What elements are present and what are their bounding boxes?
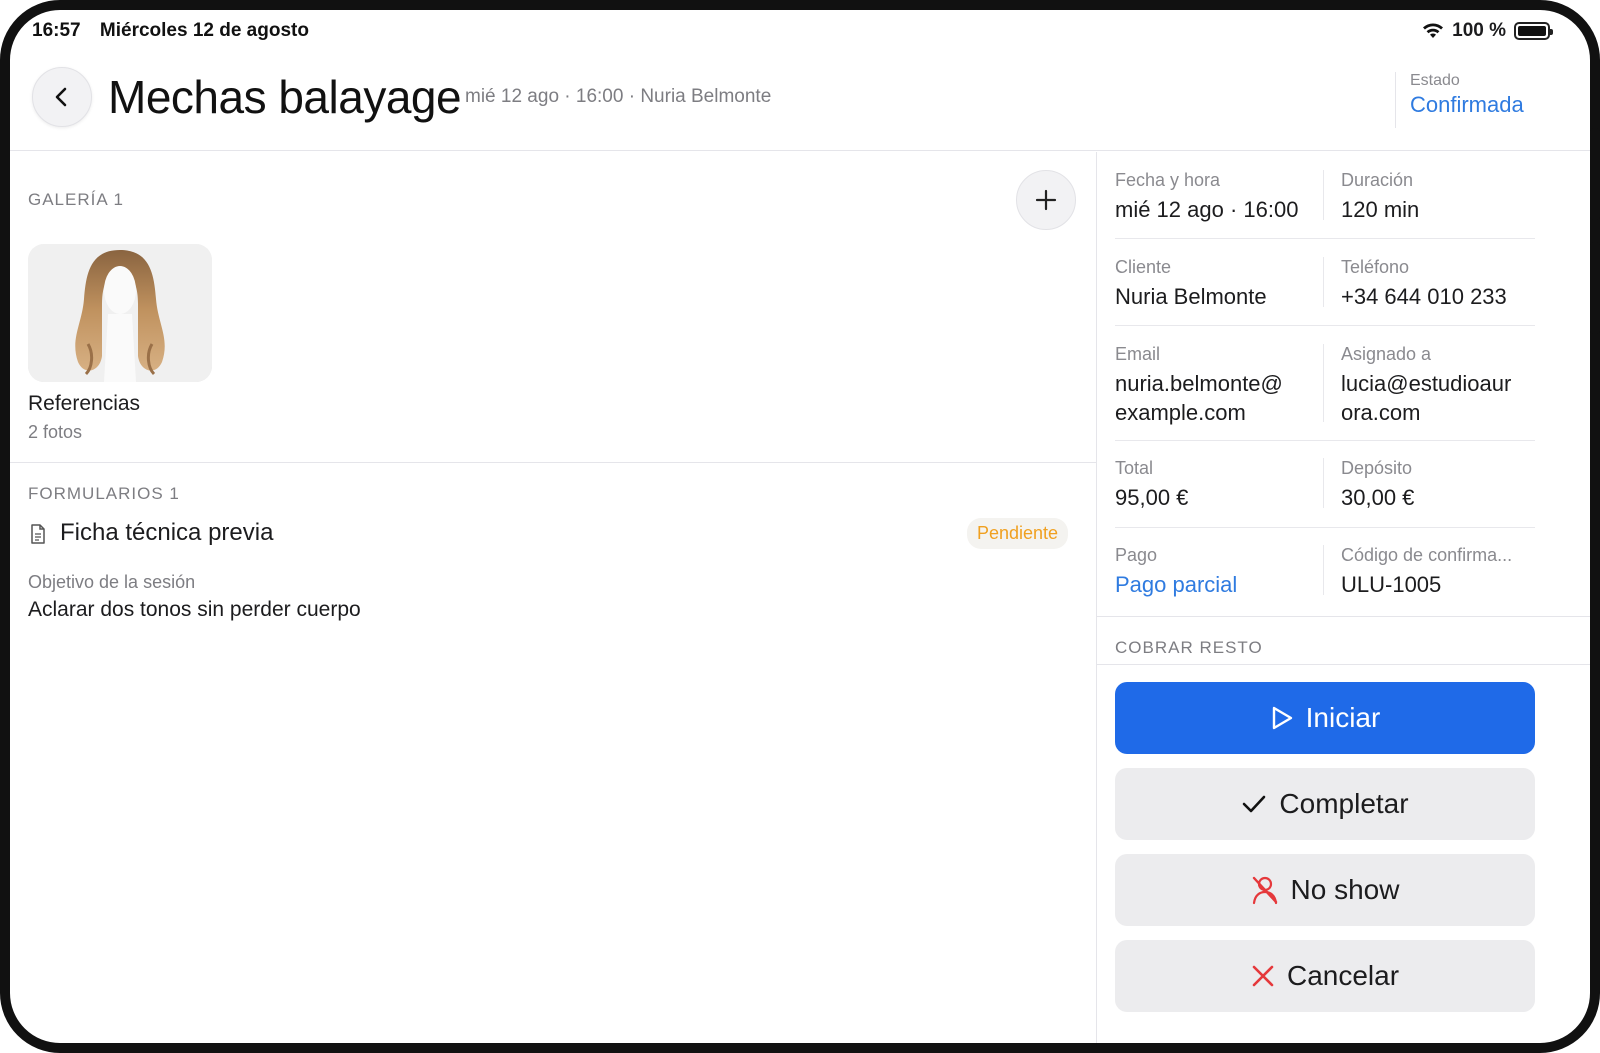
battery-icon bbox=[1514, 22, 1553, 40]
back-button[interactable] bbox=[32, 67, 92, 127]
detail-value: Nuria Belmonte bbox=[1115, 284, 1267, 309]
detail-value: 30,00 € bbox=[1341, 485, 1415, 510]
column-divider bbox=[1323, 545, 1324, 595]
row-divider bbox=[1115, 440, 1535, 441]
form-field-label: Objetivo de la sesión bbox=[28, 572, 196, 592]
detail-date: Fecha y hora mié 12 ago · 16:00 bbox=[1115, 170, 1325, 224]
person-slash-icon bbox=[1252, 876, 1277, 905]
form-status-badge: Pendiente bbox=[967, 518, 1069, 549]
play-icon bbox=[1272, 706, 1292, 730]
form-field-value: Aclarar dos tonos sin perder cuerpo bbox=[28, 598, 361, 621]
cancel-button[interactable]: Cancelar bbox=[1115, 940, 1535, 1012]
left-pane: GALERÍA 1 Referencias 2 fotos FORMULARIO… bbox=[10, 152, 1096, 1043]
detail-value: 95,00 € bbox=[1115, 485, 1189, 510]
screen: 16:57 Miércoles 12 de agosto 100 % Mecha… bbox=[10, 8, 1590, 1043]
detail-label: Teléfono bbox=[1341, 257, 1410, 277]
row-divider bbox=[1115, 527, 1535, 528]
status-time: 16:57 bbox=[32, 20, 81, 41]
section-divider bbox=[1097, 616, 1590, 617]
row-divider bbox=[1115, 238, 1535, 239]
column-divider bbox=[1323, 344, 1324, 422]
volume-down-button bbox=[1590, 242, 1600, 334]
detail-total: Total 95,00 € bbox=[1115, 458, 1325, 512]
column-divider bbox=[1323, 170, 1324, 220]
complete-button[interactable]: Completar bbox=[1115, 768, 1535, 840]
detail-assigned: Asignado a lucia@estudioaur ora.com bbox=[1341, 344, 1541, 427]
plus-icon bbox=[1035, 189, 1057, 211]
volume-up-button bbox=[1590, 128, 1600, 220]
document-icon bbox=[31, 524, 45, 544]
row-divider bbox=[1115, 325, 1535, 326]
detail-phone: Teléfono +34 644 010 233 bbox=[1341, 257, 1551, 311]
forms-section-label: FORMULARIOS 1 bbox=[28, 484, 180, 503]
status-label: Estado bbox=[1410, 72, 1460, 89]
complete-button-label: Completar bbox=[1279, 788, 1409, 819]
wifi-icon bbox=[1423, 23, 1444, 38]
start-button-label: Iniciar bbox=[1305, 702, 1381, 733]
column-divider bbox=[1323, 458, 1324, 508]
detail-value: 120 min bbox=[1341, 197, 1420, 222]
wig-image bbox=[28, 244, 212, 382]
no-show-button[interactable]: No show bbox=[1115, 854, 1535, 926]
header: Mechas balayage mié 12 ago · 16:00 · Nur… bbox=[10, 58, 1590, 151]
section-divider bbox=[10, 462, 1096, 463]
checkmark-icon bbox=[1243, 795, 1266, 813]
status-selector[interactable]: Estado Confirmada bbox=[1395, 72, 1524, 128]
detail-value: nuria.belmonte@ example.com bbox=[1115, 371, 1283, 425]
status-date: Miércoles 12 de agosto bbox=[99, 20, 309, 41]
start-button[interactable]: Iniciar bbox=[1115, 682, 1535, 754]
column-divider bbox=[1323, 257, 1324, 307]
detail-label: Cliente bbox=[1115, 257, 1172, 277]
detail-email: Email nuria.belmonte@ example.com bbox=[1115, 344, 1315, 427]
detail-label: Fecha y hora bbox=[1115, 170, 1221, 190]
detail-label: Código de confirma... bbox=[1341, 545, 1513, 565]
detail-deposit: Depósito 30,00 € bbox=[1341, 458, 1551, 512]
detail-duration: Duración 120 min bbox=[1341, 170, 1551, 224]
no-show-button-label: No show bbox=[1290, 874, 1400, 905]
add-photo-button[interactable] bbox=[1016, 170, 1076, 230]
detail-value: ULU-1005 bbox=[1341, 572, 1442, 597]
detail-value: lucia@estudioaur ora.com bbox=[1341, 371, 1512, 425]
detail-value: mié 12 ago · 16:00 bbox=[1115, 197, 1299, 222]
detail-label: Pago bbox=[1115, 545, 1158, 565]
chevron-left-icon bbox=[55, 87, 67, 107]
detail-value: +34 644 010 233 bbox=[1341, 284, 1507, 309]
side-button bbox=[1590, 765, 1600, 905]
page-title: Mechas balayage bbox=[108, 71, 462, 123]
battery-percent: 100 % bbox=[1452, 20, 1506, 41]
detail-client: Cliente Nuria Belmonte bbox=[1115, 257, 1325, 311]
status-value[interactable]: Confirmada bbox=[1410, 92, 1524, 118]
detail-label: Total bbox=[1115, 458, 1154, 478]
album-name: Referencias bbox=[28, 392, 141, 415]
cobrar-section-label: COBRAR RESTO bbox=[1115, 638, 1263, 657]
detail-confirmation-code: Código de confirma... ULU-1005 bbox=[1341, 545, 1551, 599]
close-icon bbox=[1252, 965, 1274, 987]
status-bar-right: 100 % bbox=[1422, 20, 1553, 42]
detail-payment: Pago Pago parcial bbox=[1115, 545, 1325, 599]
payment-status-link[interactable]: Pago parcial bbox=[1115, 570, 1325, 599]
page-subtitle: mié 12 ago · 16:00 · Nuria Belmonte bbox=[465, 86, 772, 107]
status-bar-left: 16:57 Miércoles 12 de agosto bbox=[32, 20, 309, 42]
album-count: 2 fotos bbox=[28, 422, 83, 442]
cancel-button-label: Cancelar bbox=[1286, 960, 1400, 991]
section-divider bbox=[1097, 664, 1590, 665]
form-item-title[interactable]: Ficha técnica previa bbox=[60, 519, 273, 547]
detail-label: Email bbox=[1115, 344, 1161, 364]
album-thumbnail[interactable] bbox=[28, 244, 212, 382]
detail-label: Depósito bbox=[1341, 458, 1413, 478]
detail-label: Duración bbox=[1341, 170, 1414, 190]
detail-label: Asignado a bbox=[1341, 344, 1432, 364]
details-pane: Fecha y hora mié 12 ago · 16:00 Duración… bbox=[1097, 152, 1590, 1043]
gallery-section-label: GALERÍA 1 bbox=[28, 190, 124, 209]
